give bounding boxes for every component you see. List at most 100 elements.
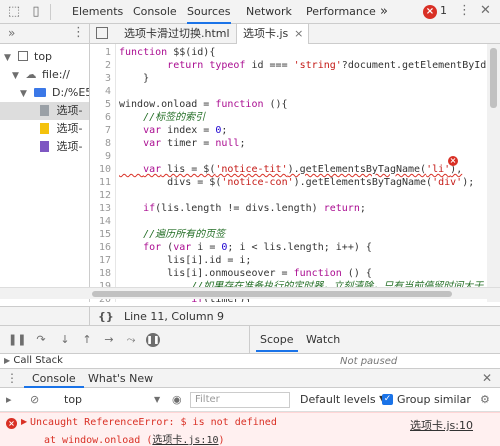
inspect-element-icon[interactable]: ⬚	[6, 4, 22, 20]
tree-folder-label: D:/%E5	[52, 86, 90, 99]
console-toolbar: ▸ ⊘ top ▼ ◉ Filter Default levels ▼ ✓ Gr…	[0, 388, 500, 412]
tree-file-label: 选项-	[56, 140, 83, 153]
drawer-menu-icon[interactable]: ⋮	[6, 371, 18, 385]
error-badge-icon[interactable]: ×	[423, 5, 437, 19]
file-navigator: ▼ top ▼ ☁ file:// ▼ D:/%E5 选项- 选项- 选项-	[0, 44, 90, 302]
tab-elements[interactable]: Elements	[72, 0, 123, 24]
line-number[interactable]: 14	[99, 215, 111, 228]
filter-input[interactable]: Filter	[190, 392, 290, 408]
tree-file-html[interactable]: 选项-	[0, 102, 89, 120]
css-file-icon	[40, 141, 49, 152]
step-into-icon[interactable]: ↓	[58, 333, 72, 347]
horizontal-scrollbar[interactable]	[0, 287, 500, 299]
toggle-navigator-icon[interactable]	[96, 27, 108, 39]
line-number[interactable]: 18	[99, 267, 111, 280]
drawer-tab-whats-new[interactable]: What's New	[88, 369, 153, 388]
deactivate-breakpoints-icon[interactable]: ⤳	[124, 333, 138, 347]
tree-top[interactable]: ▼ top	[0, 48, 89, 66]
drawer-tab-console[interactable]: Console	[24, 369, 84, 388]
line-number[interactable]: 5	[105, 98, 111, 111]
line-number[interactable]: 11	[99, 176, 111, 189]
line-number[interactable]: 3	[105, 72, 111, 85]
editor-tab-html[interactable]: 选项卡滑过切换.html	[118, 24, 236, 44]
device-toolbar-icon[interactable]: ▯	[28, 4, 44, 20]
devtools-toolbar: ⬚ ▯ Elements Console Sources Network Per…	[0, 0, 500, 24]
folder-icon	[33, 88, 46, 97]
js-file-icon	[40, 123, 49, 134]
pause-on-exceptions-icon[interactable]: ❚❚	[146, 333, 160, 347]
error-count[interactable]: 1	[440, 4, 447, 17]
code-line: var lis = $('notice-tit').getElementsByT…	[143, 164, 463, 175]
call-stack-label: Call Stack	[13, 355, 63, 366]
log-levels-dropdown[interactable]: Default levels ▼	[300, 393, 388, 406]
code-line: function $$(id){	[119, 47, 216, 58]
context-selector[interactable]: top	[64, 393, 82, 406]
kebab-menu-icon[interactable]: ⋮	[458, 3, 471, 18]
caret-down-icon: ▼	[20, 89, 27, 99]
close-icon[interactable]: ✕	[480, 3, 491, 18]
code-line: window.onload = function (){	[119, 99, 288, 110]
line-number[interactable]: 13	[99, 202, 111, 215]
tree-file-label: 选项-	[56, 104, 83, 117]
code-line: //遍历所有的页签	[119, 229, 226, 240]
close-drawer-icon[interactable]: ✕	[482, 371, 492, 385]
line-number[interactable]: 17	[99, 254, 111, 267]
line-gutter: 123456789101112131415161718192021	[90, 44, 116, 302]
error-source-link[interactable]: 选项卡.js:10	[410, 417, 473, 433]
line-number[interactable]: 16	[99, 241, 111, 254]
editor-status-bar: {} Line 11, Column 9	[90, 306, 500, 326]
tab-console[interactable]: Console	[133, 0, 177, 24]
step-over-icon[interactable]: ↷	[34, 333, 48, 347]
clear-console-icon[interactable]: ⊘	[30, 393, 39, 406]
tree-file-label: 选项-	[56, 122, 83, 135]
dropdown-icon[interactable]: ▼	[154, 395, 160, 404]
scrollbar-thumb[interactable]	[92, 291, 452, 297]
line-number[interactable]: 9	[105, 150, 111, 163]
status-left	[0, 306, 90, 326]
close-tab-icon[interactable]: ×	[294, 24, 303, 44]
eye-icon[interactable]: ◉	[172, 393, 182, 406]
tree-file-css[interactable]: 选项-	[0, 138, 89, 156]
editor-tab-js[interactable]: 选项卡.js ×	[236, 24, 310, 44]
stack-suffix: )	[218, 435, 225, 446]
expand-caret-icon[interactable]: ▶	[21, 417, 27, 426]
call-stack-header[interactable]: ▶ Call Stack	[0, 354, 250, 368]
scrollbar-thumb[interactable]	[490, 48, 497, 108]
vertical-scrollbar[interactable]	[487, 44, 500, 302]
error-marker-icon[interactable]: ×	[448, 156, 458, 166]
code-line: //标签的索引	[119, 112, 206, 123]
line-number[interactable]: 2	[105, 59, 111, 72]
more-tabs-icon[interactable]: »	[380, 0, 388, 24]
line-number[interactable]: 6	[105, 111, 111, 124]
line-number[interactable]: 12	[99, 189, 111, 202]
navigator-more-icon[interactable]: »	[8, 26, 15, 40]
tab-scope[interactable]: Scope	[256, 333, 297, 352]
line-number[interactable]: 8	[105, 137, 111, 150]
tab-sources[interactable]: Sources	[187, 0, 231, 24]
console-error-message[interactable]: × ▶ Uncaught ReferenceError: $ is not de…	[0, 412, 500, 446]
sidebar-toggle-icon[interactable]: ▸	[6, 393, 12, 406]
drawer-tabs: ⋮ Console What's New ✕	[0, 368, 500, 388]
pretty-print-icon[interactable]: {}	[98, 310, 114, 323]
tree-file-js[interactable]: 选项-	[0, 120, 89, 138]
line-number[interactable]: 10	[99, 163, 111, 176]
tab-performance[interactable]: Performance	[306, 0, 376, 24]
line-number[interactable]: 7	[105, 124, 111, 137]
tree-origin[interactable]: ▼ ☁ file://	[0, 66, 89, 84]
tab-watch[interactable]: Watch	[306, 333, 340, 346]
stack-source-link[interactable]: 选项卡.js:10	[152, 435, 218, 446]
step-icon[interactable]: →	[102, 333, 116, 347]
code-editor[interactable]: 123456789101112131415161718192021 functi…	[90, 44, 500, 302]
tab-network[interactable]: Network	[246, 0, 292, 24]
error-stack-line: at window.onload (选项卡.js:10)	[44, 431, 225, 446]
line-number[interactable]: 1	[105, 46, 111, 59]
console-settings-icon[interactable]: ⚙	[480, 393, 490, 406]
group-similar-checkbox[interactable]: ✓	[382, 394, 393, 405]
line-number[interactable]: 4	[105, 85, 111, 98]
navigator-menu-icon[interactable]: ⋮	[72, 25, 85, 40]
code-line: var index = 0;	[143, 125, 228, 136]
tree-folder[interactable]: ▼ D:/%E5	[0, 84, 90, 102]
line-number[interactable]: 15	[99, 228, 111, 241]
pause-icon[interactable]: ❚❚	[8, 333, 26, 347]
step-out-icon[interactable]: ↑	[80, 333, 94, 347]
